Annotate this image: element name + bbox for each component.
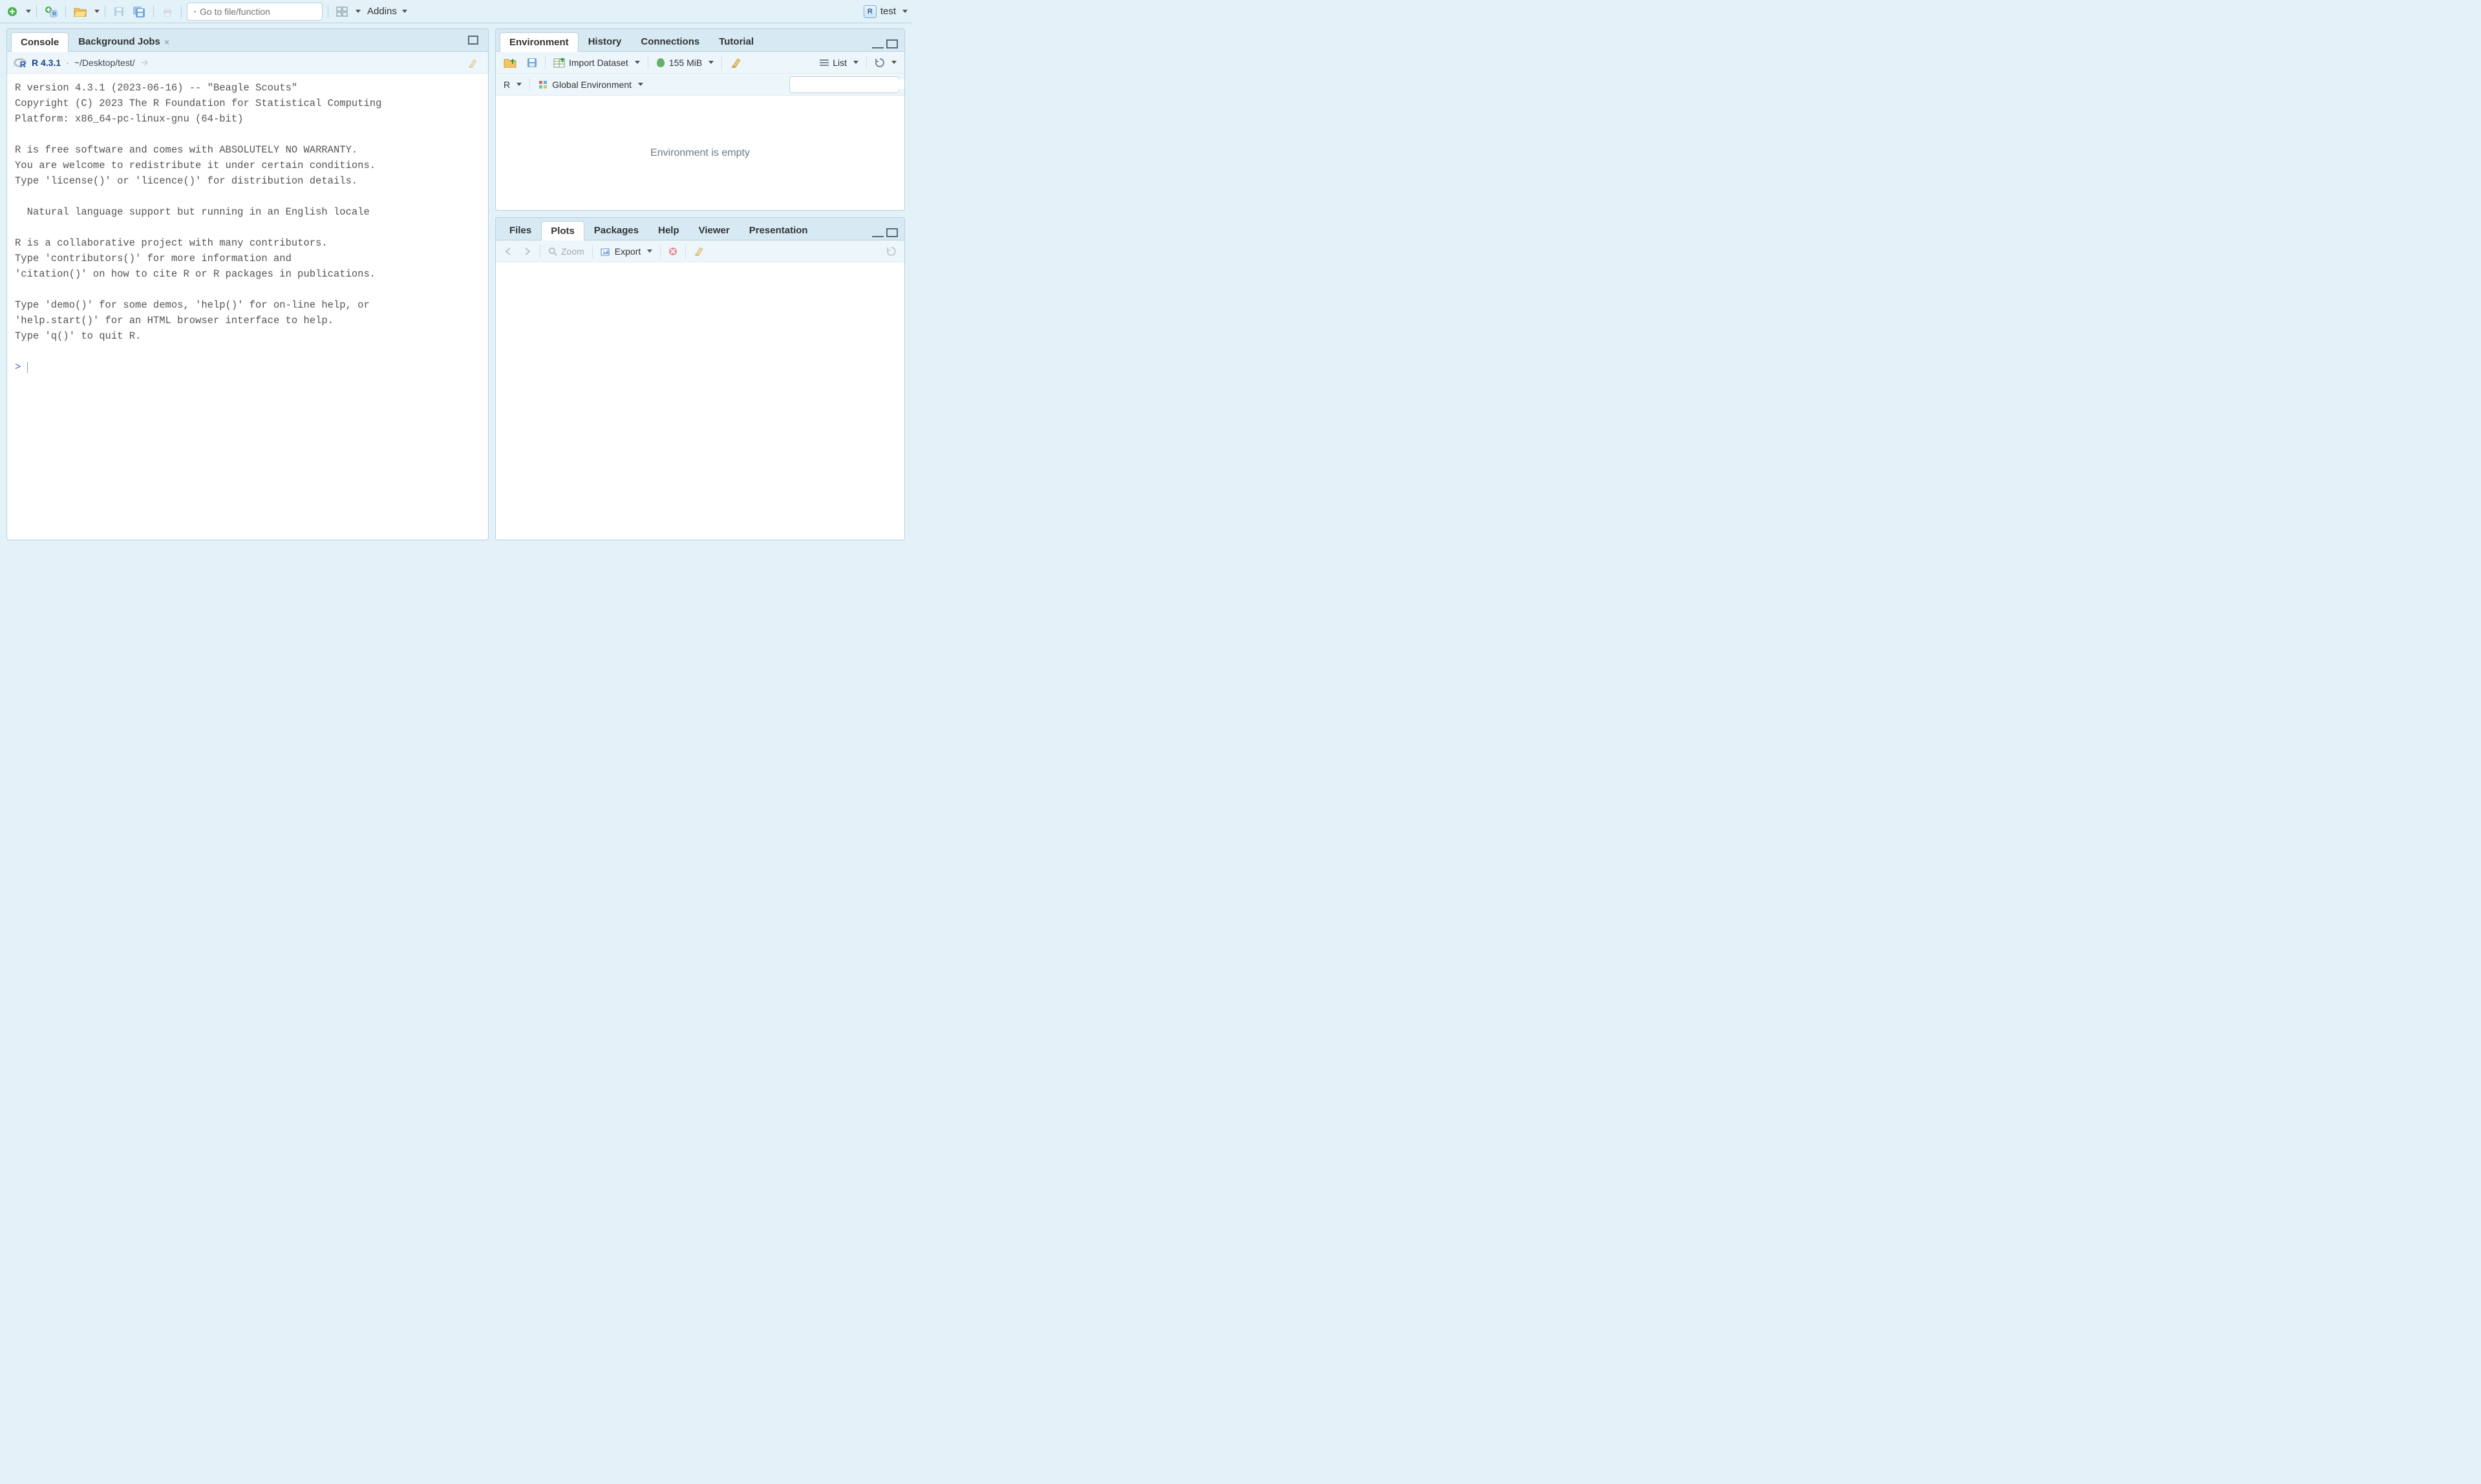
new-file-dropdown-icon[interactable] (26, 10, 31, 13)
environment-empty-message: Environment is empty (496, 96, 904, 210)
working-directory-label[interactable]: ~/Desktop/test/ (74, 58, 135, 68)
save-workspace-button[interactable] (524, 56, 540, 70)
clear-all-plots-button[interactable] (691, 244, 708, 259)
tab-viewer[interactable]: Viewer (689, 220, 740, 240)
pane-maximize-button[interactable] (886, 228, 898, 237)
clear-console-button[interactable] (465, 54, 482, 71)
environment-scope-button[interactable]: Global Environment (535, 78, 646, 92)
console-info-bar: R R 4.3.1 · ~/Desktop/test/ (7, 52, 488, 74)
project-menu[interactable]: R test (864, 5, 908, 18)
tab-history[interactable]: History (579, 32, 632, 51)
pane-minimize-button[interactable] (872, 232, 884, 237)
tab-packages[interactable]: Packages (584, 220, 648, 240)
goto-arrow-icon (193, 7, 196, 16)
environment-tabbar: Environment History Connections Tutorial (496, 29, 904, 52)
goto-wd-icon[interactable] (140, 58, 149, 67)
export-plot-button[interactable]: Export (598, 244, 655, 259)
new-file-button[interactable] (4, 3, 21, 20)
view-mode-button[interactable]: List (817, 56, 861, 70)
pane-maximize-button[interactable] (465, 32, 482, 48)
tab-presentation[interactable]: Presentation (740, 220, 818, 240)
console-tabbar: Console Background Jobs × (7, 29, 488, 52)
r-version-label: R 4.3.1 (32, 58, 61, 68)
tab-console[interactable]: Console (11, 32, 69, 52)
environment-search-input[interactable] (789, 76, 899, 93)
goto-file-function-input[interactable] (187, 3, 323, 21)
rproject-icon: R (864, 5, 877, 18)
pane-maximize-button[interactable] (886, 39, 898, 48)
save-button[interactable] (111, 3, 127, 20)
tab-files[interactable]: Files (500, 220, 541, 240)
console-prompt: > (15, 361, 27, 373)
plot-prev-button[interactable] (501, 245, 515, 258)
close-icon[interactable]: × (164, 37, 169, 47)
project-name: test (880, 6, 896, 17)
save-all-button[interactable] (130, 3, 148, 20)
refresh-plot-button[interactable] (884, 244, 899, 259)
tab-connections[interactable]: Connections (631, 32, 709, 51)
new-project-button[interactable]: R (42, 3, 60, 20)
environment-toolbar: Import Dataset 155 MiB List (496, 52, 904, 74)
import-dataset-button[interactable]: Import Dataset (551, 56, 643, 70)
addins-label: Addins (367, 6, 397, 17)
print-button[interactable] (159, 3, 176, 20)
open-recent-dropdown-icon[interactable] (94, 10, 100, 13)
console-output[interactable]: R version 4.3.1 (2023-06-16) -- "Beagle … (7, 74, 488, 540)
tab-help[interactable]: Help (648, 220, 689, 240)
addins-menu[interactable]: Addins (363, 6, 411, 17)
zoom-plot-button[interactable]: Zoom (546, 244, 587, 259)
plots-tabbar: Files Plots Packages Help Viewer Present… (496, 218, 904, 240)
workspace-panes-button[interactable] (334, 3, 350, 20)
remove-plot-button[interactable] (666, 245, 680, 258)
load-workspace-button[interactable] (501, 56, 519, 70)
workspace-panes-dropdown-icon[interactable] (356, 10, 361, 13)
plots-toolbar: Zoom Export (496, 240, 904, 262)
main-toolbar: R Addins R (0, 0, 911, 23)
language-scope-button[interactable]: R (501, 78, 524, 92)
open-file-button[interactable] (71, 3, 89, 20)
plot-next-button[interactable] (520, 245, 535, 258)
environment-scope-bar: R Global Environment (496, 74, 904, 96)
tab-environment[interactable]: Environment (500, 32, 579, 52)
tab-plots[interactable]: Plots (541, 221, 584, 240)
clear-workspace-button[interactable] (727, 55, 745, 70)
svg-text:R: R (52, 11, 56, 17)
r-logo-icon: R (14, 58, 27, 68)
tab-tutorial[interactable]: Tutorial (709, 32, 763, 51)
plots-canvas (496, 262, 904, 540)
refresh-button[interactable] (872, 56, 899, 70)
tab-background-jobs[interactable]: Background Jobs × (69, 32, 179, 51)
pane-minimize-button[interactable] (872, 43, 884, 48)
memory-usage-button[interactable]: 155 MiB (654, 56, 716, 70)
memory-usage-label: 155 MiB (669, 58, 702, 68)
